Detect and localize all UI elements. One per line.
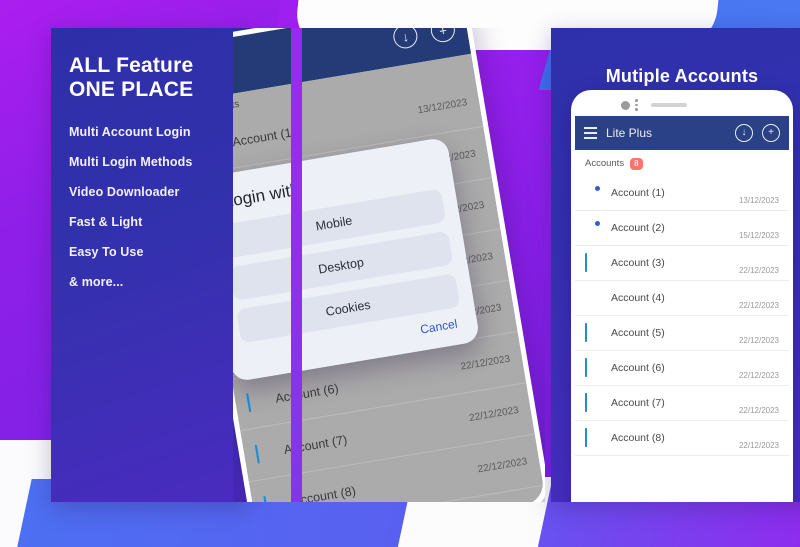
phone-icon [585,357,601,377]
account-name: Account (8) [611,431,665,444]
feature-item: Video Downloader [69,184,180,199]
poster-canvas: ALL Feature ONE PLACE Multi Account Logi… [0,0,800,547]
feature-item: Multi Account Login [69,124,191,139]
features-list: Multi Account Login Multi Login Methods … [69,125,251,289]
account-name: Account (1) [611,186,665,199]
table-row[interactable]: Account (7) 22/12/2023 [575,386,789,421]
accounts-list: Account (1) 13/12/2023 Account (2) 15/12… [575,176,789,502]
cookie-icon [585,219,601,237]
feature-item: Multi Login Methods [69,154,193,169]
login-dialog-panel: ↓ + Accounts Account (1) 13/12/2023 15/1… [233,28,545,502]
speaker-grill [650,103,687,107]
features-panel: ALL Feature ONE PLACE Multi Account Logi… [51,28,251,502]
table-row[interactable]: Account (8) 22/12/2023 [575,421,789,456]
add-icon[interactable]: + [429,28,457,44]
app-toolbar: Lite Plus ↓ + [575,116,789,150]
phone-icon [585,427,601,447]
account-date: 22/12/2023 [476,456,529,476]
cookie-icon [585,184,601,202]
table-row[interactable]: Account (5) 22/12/2023 [575,316,789,351]
feature-item: Easy To Use [69,244,144,259]
phone-icon [246,391,265,412]
phone-icon [585,392,601,412]
page-title: Mutiple Accounts [605,66,759,86]
feature-item: Fast & Light [69,214,143,229]
features-title-line1: ALL Feature [69,54,194,77]
account-date: 15/12/2023 [738,230,779,240]
phone-notch-bar [575,94,789,116]
hamburger-menu-icon[interactable] [584,127,597,139]
table-row[interactable]: Account (2) 15/12/2023 [575,211,789,246]
accounts-subheader: Accounts 8 [575,150,789,176]
account-name: Account (6) [611,361,665,374]
status-badge: 8 [630,158,643,170]
account-name: Account (8) [291,483,357,502]
phone-icon [585,252,601,272]
account-date: 22/12/2023 [468,404,520,425]
app-screen: Lite Plus ↓ + Accounts 8 Account (1) 13/… [575,116,789,502]
desktop-icon [585,289,601,307]
camera-icon [621,100,630,110]
accounts-panel: Mutiple Accounts Lite Plus ↓ + Accounts … [551,28,800,502]
download-icon[interactable]: ↓ [735,124,753,142]
account-date: 22/12/2023 [459,353,511,373]
account-name: Account (7) [611,396,665,409]
feature-item: & more... [69,274,124,289]
account-name: Account (7) [282,432,349,457]
table-row[interactable]: Account (3) 22/12/2023 [575,246,789,281]
account-date: 22/12/2023 [738,300,779,310]
account-date: 22/12/2023 [738,440,779,450]
phone-mockup: Lite Plus ↓ + Accounts 8 Account (1) 13/… [571,90,793,502]
account-date: 13/12/2023 [738,195,779,205]
features-title-line2: ONE PLACE [69,78,194,102]
table-row[interactable]: Account (4) 22/12/2023 [575,281,789,316]
account-name: Account (2) [611,221,665,234]
add-icon[interactable]: + [762,124,780,142]
phone-icon [263,494,282,502]
account-date: 22/12/2023 [738,265,779,275]
phone-icon [254,443,274,464]
account-date: 22/12/2023 [738,370,779,380]
account-date: 22/12/2023 [738,335,779,345]
features-title: ALL Feature ONE PLACE [69,54,251,103]
sensor-dots-icon [635,99,638,111]
table-row[interactable]: Account (6) 22/12/2023 [575,351,789,386]
table-row[interactable]: Account (1) 13/12/2023 [575,176,789,211]
download-icon[interactable]: ↓ [391,28,420,51]
account-name: Account (1) [233,124,297,149]
account-name: Account (4) [611,291,665,304]
phone-icon [585,322,601,342]
account-date: 22/12/2023 [738,405,779,415]
accounts-label: Accounts [585,158,625,170]
account-date: 13/12/2023 [416,97,469,117]
app-title: Lite Plus [606,126,653,140]
account-name: Account (3) [611,256,665,269]
login-with-dialog: Login with Mobile Desktop Cookies Cancel [233,136,481,383]
panel-divider-stripe [291,28,302,502]
account-name: Account (5) [611,326,665,339]
